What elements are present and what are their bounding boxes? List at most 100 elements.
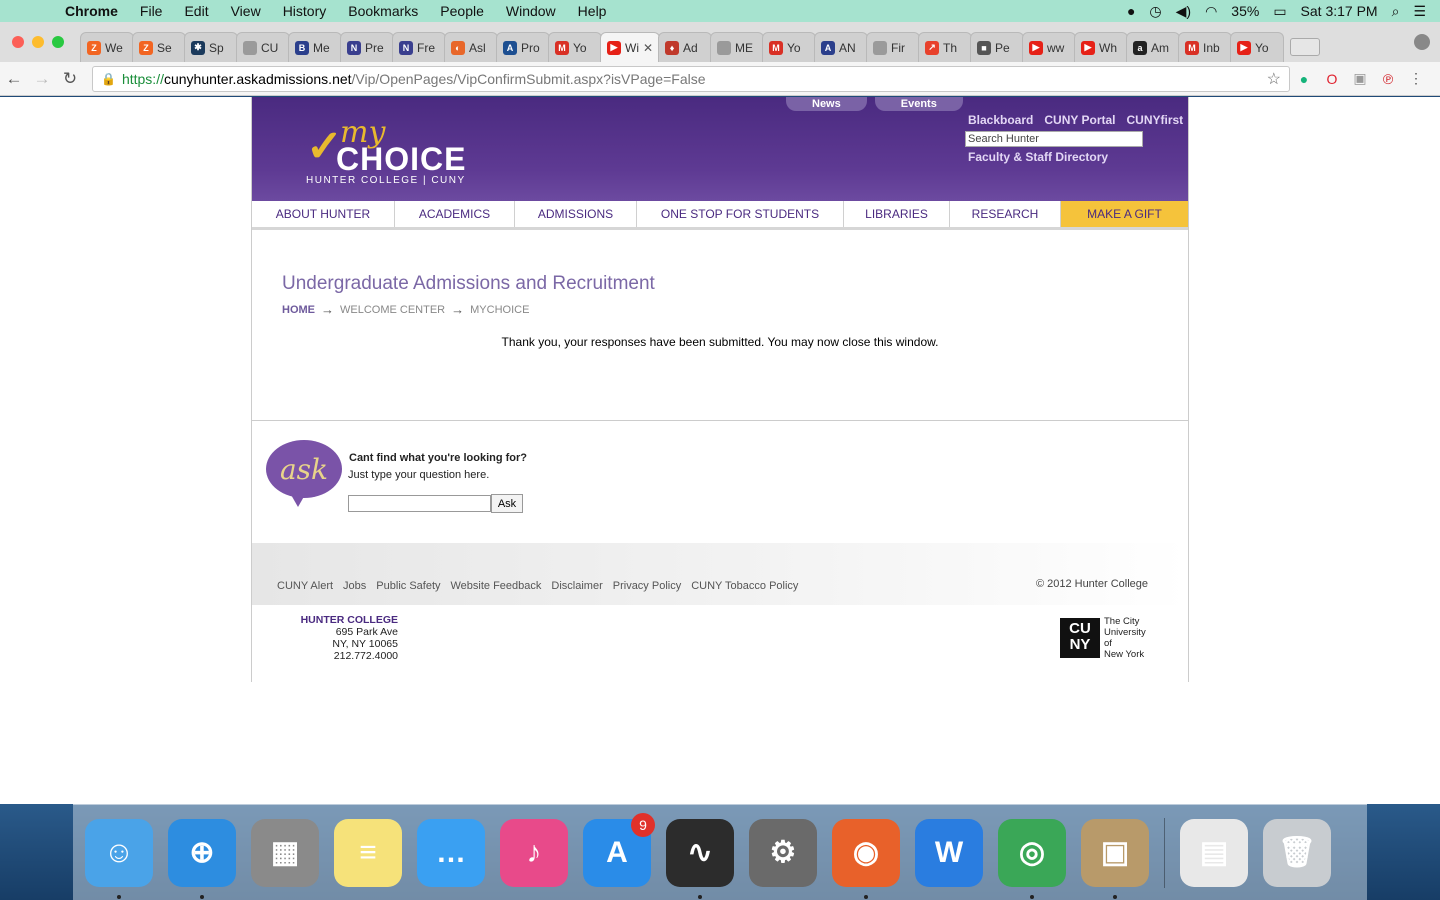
browser-tab[interactable]: ▶ ww	[1022, 32, 1076, 62]
address-bar[interactable]: 🔒 https:// cunyhunter.askadmissions.net …	[92, 65, 1290, 92]
time-machine-icon[interactable]: ◷	[1149, 3, 1161, 20]
browser-tab[interactable]: A Pro	[496, 32, 550, 62]
browser-tab[interactable]: B Me	[288, 32, 342, 62]
back-icon[interactable]: ←	[0, 69, 28, 89]
activity-monitor-icon[interactable]: ∿	[666, 818, 734, 899]
nav-about-hunter[interactable]: ABOUT HUNTER	[252, 201, 395, 227]
breadcrumb-welcome-center[interactable]: WELCOME CENTER	[340, 304, 445, 316]
cuny-portal-link[interactable]: CUNY Portal	[1044, 113, 1115, 127]
active-tab[interactable]: ▶ Wi ✕	[600, 32, 660, 62]
menu-bookmarks[interactable]: Bookmarks	[337, 3, 429, 19]
chrome-icon[interactable]: ◎	[998, 818, 1066, 899]
events-tab[interactable]: Events	[874, 97, 963, 111]
reload-icon[interactable]: ↻	[56, 69, 84, 89]
status-dot-icon[interactable]: ●	[1127, 3, 1135, 19]
menu-clock[interactable]: Sat 3:17 PM	[1301, 3, 1378, 19]
firefox-icon[interactable]: ◉	[832, 818, 900, 899]
menu-app-name[interactable]: Chrome	[54, 3, 129, 19]
browser-tab[interactable]: CU	[236, 32, 290, 62]
tab-list: Z We Z Se ✱ Sp CU B Me N Pre N Fre ◐ Asl A Pro M Yo ▶ Wi ✕ ♦ Ad…	[80, 32, 1284, 62]
footer-tobacco-policy[interactable]: CUNY Tobacco Policy	[691, 580, 798, 592]
new-tab-button[interactable]	[1290, 38, 1320, 56]
browser-tab[interactable]: ME	[710, 32, 764, 62]
browser-tab[interactable]: ▶ Wh	[1074, 32, 1128, 62]
browser-tab[interactable]: Z Se	[132, 32, 186, 62]
menu-view[interactable]: View	[220, 3, 272, 19]
breadcrumb-home[interactable]: HOME	[282, 304, 315, 316]
menu-window[interactable]: Window	[495, 3, 567, 19]
preview-icon[interactable]: ▣	[1081, 818, 1149, 899]
browser-tab[interactable]: ↗ Th	[918, 32, 972, 62]
messages-icon[interactable]: …	[417, 818, 485, 887]
wifi-icon[interactable]: ◠	[1205, 3, 1217, 20]
word-icon[interactable]: W	[915, 818, 983, 887]
itunes-icon[interactable]: ♪	[500, 818, 568, 887]
document-icon[interactable]: ▤	[1180, 818, 1248, 887]
menu-edit[interactable]: Edit	[173, 3, 219, 19]
notes-icon[interactable]: ≡	[334, 818, 402, 887]
browser-tab[interactable]: ▶ Yo	[1230, 32, 1284, 62]
browser-tab[interactable]: A AN	[814, 32, 868, 62]
ask-button[interactable]: Ask	[491, 494, 523, 513]
running-indicator	[1030, 894, 1034, 899]
nav-one-stop[interactable]: ONE STOP FOR STUDENTS	[637, 201, 844, 227]
browser-tab[interactable]: ■ Pe	[970, 32, 1024, 62]
footer-cuny-alert[interactable]: CUNY Alert	[277, 580, 333, 592]
menu-file[interactable]: File	[129, 3, 174, 19]
browser-tab[interactable]: M Yo	[548, 32, 602, 62]
faculty-directory-link[interactable]: Faculty & Staff Directory	[968, 150, 1108, 164]
minimize-window-button[interactable]	[32, 36, 44, 48]
volume-icon[interactable]: ◀)	[1176, 3, 1191, 20]
close-window-button[interactable]	[12, 36, 24, 48]
browser-tab[interactable]: M Yo	[762, 32, 816, 62]
system-preferences-icon[interactable]: ⚙	[749, 818, 817, 887]
footer-disclaimer[interactable]: Disclaimer	[551, 580, 602, 592]
nav-research[interactable]: RESEARCH	[950, 201, 1061, 227]
browser-tab[interactable]: ♦ Ad	[658, 32, 712, 62]
cuny-logo[interactable]: CU NY The City University of New York	[1060, 616, 1146, 660]
browser-tab[interactable]: ◐ Asl	[444, 32, 498, 62]
bookmark-star-icon[interactable]: ☆	[1267, 69, 1281, 89]
ask-input[interactable]	[348, 495, 491, 512]
nav-libraries[interactable]: LIBRARIES	[844, 201, 950, 227]
close-tab-icon[interactable]: ✕	[643, 41, 653, 55]
app-store-icon[interactable]: A9	[583, 812, 655, 887]
opera-extension-icon[interactable]: O	[1318, 71, 1346, 87]
blackboard-link[interactable]: Blackboard	[968, 113, 1033, 127]
search-hunter-input[interactable]	[965, 131, 1143, 147]
notification-center-icon[interactable]: ☰	[1413, 3, 1426, 20]
footer-website-feedback[interactable]: Website Feedback	[451, 580, 542, 592]
browser-tab[interactable]: ✱ Sp	[184, 32, 238, 62]
footer-jobs[interactable]: Jobs	[343, 580, 366, 592]
spotlight-search-icon[interactable]: ⌕	[1392, 3, 1400, 20]
footer-privacy-policy[interactable]: Privacy Policy	[613, 580, 681, 592]
menu-people[interactable]: People	[429, 3, 495, 19]
browser-tab[interactable]: M Inb	[1178, 32, 1232, 62]
pinterest-extension-icon[interactable]: ℗	[1374, 71, 1402, 87]
browser-tab[interactable]: Fir	[866, 32, 920, 62]
battery-percent[interactable]: 35%	[1231, 3, 1259, 19]
cunyfirst-link[interactable]: CUNYfirst	[1127, 113, 1184, 127]
browser-tab[interactable]: N Pre	[340, 32, 394, 62]
browser-tab[interactable]: N Fre	[392, 32, 446, 62]
chrome-menu-icon[interactable]: ⋮	[1402, 70, 1430, 87]
calculator-icon[interactable]: ▦	[251, 818, 319, 887]
finder-icon[interactable]: ☺	[85, 818, 153, 899]
nav-make-a-gift[interactable]: MAKE A GIFT	[1061, 201, 1188, 227]
grammarly-extension-icon[interactable]: ●	[1290, 71, 1318, 87]
lock-icon[interactable]: 🔒	[101, 72, 116, 86]
extension-icon[interactable]: ▣	[1346, 70, 1374, 87]
safari-icon[interactable]: ⊕	[168, 818, 236, 899]
forward-icon[interactable]: →	[28, 69, 56, 89]
menu-help[interactable]: Help	[567, 3, 618, 19]
news-tab[interactable]: News	[786, 97, 867, 111]
zoom-window-button[interactable]	[52, 36, 64, 48]
nav-admissions[interactable]: ADMISSIONS	[515, 201, 637, 227]
menu-history[interactable]: History	[272, 3, 338, 19]
profile-icon[interactable]	[1414, 34, 1430, 50]
browser-tab[interactable]: Z We	[80, 32, 134, 62]
browser-tab[interactable]: a Am	[1126, 32, 1180, 62]
footer-public-safety[interactable]: Public Safety	[376, 580, 440, 592]
trash-icon[interactable]: 🗑	[1263, 818, 1331, 887]
nav-academics[interactable]: ACADEMICS	[395, 201, 515, 227]
